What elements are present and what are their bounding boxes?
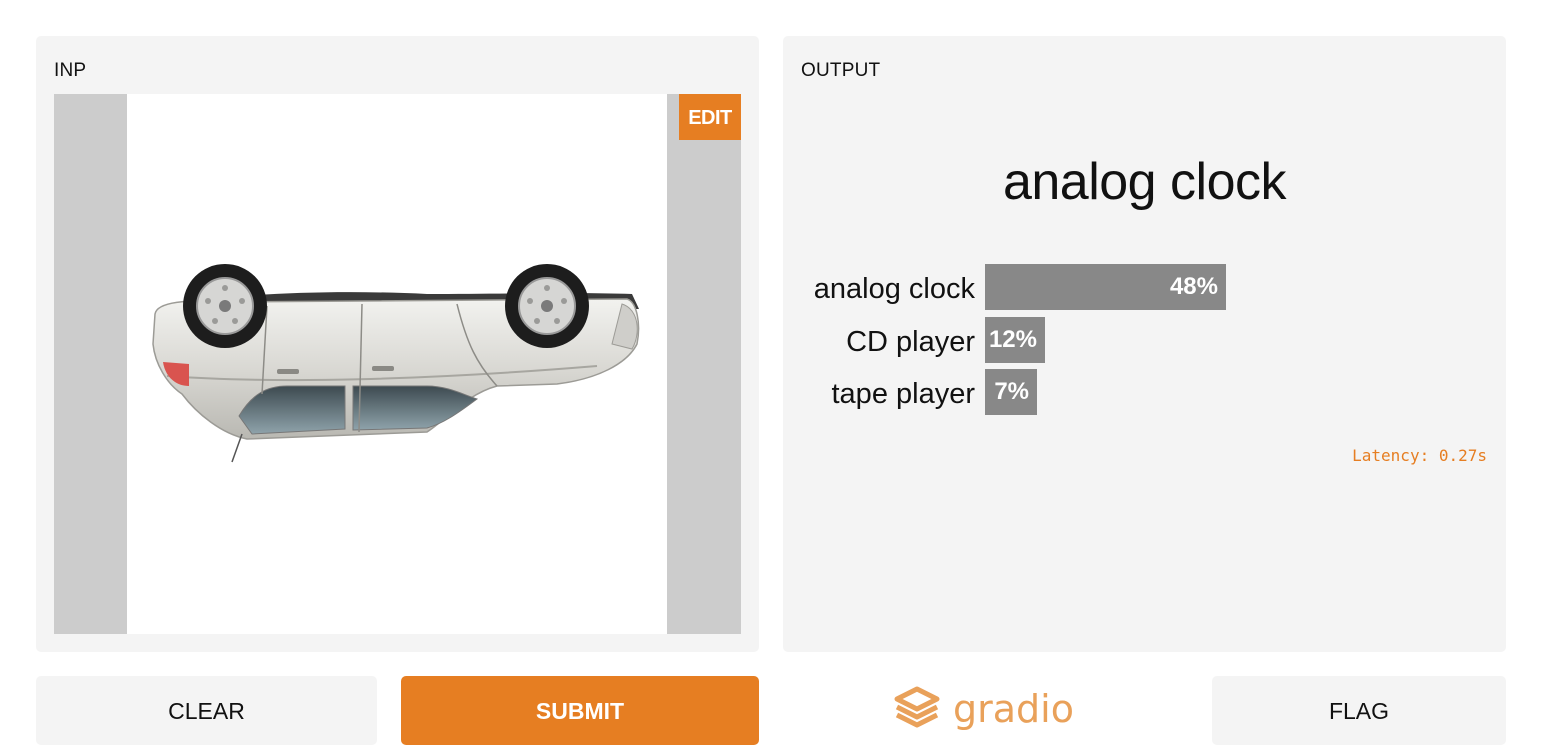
- confidence-label: tape player: [831, 378, 976, 410]
- confidence-row: CD player 12%: [783, 317, 1506, 363]
- top-prediction-label: analog clock: [1002, 153, 1287, 211]
- flag-button[interactable]: FLAG: [1212, 676, 1506, 745]
- output-panel: OUTPUT analog clock analog clock 48% CD …: [783, 36, 1506, 652]
- confidence-value: 12%: [988, 326, 1037, 353]
- latency-text: Latency: 0.27s: [1352, 446, 1487, 465]
- confidence-row: analog clock 48%: [783, 264, 1506, 310]
- confidence-bar: 48%: [985, 264, 1226, 310]
- confidence-label: analog clock: [813, 273, 975, 305]
- input-panel: INP EDIT: [36, 36, 759, 652]
- output-panel-title: OUTPUT: [801, 60, 881, 81]
- input-panel-title: INP: [54, 60, 87, 81]
- gradio-brand-text: gradio: [953, 687, 1074, 731]
- upside-down-car-image: [152, 264, 640, 463]
- confidence-bar: 12%: [985, 317, 1045, 363]
- submit-button[interactable]: SUBMIT: [401, 676, 759, 745]
- confidence-row: tape player 7%: [783, 369, 1506, 415]
- clear-button[interactable]: CLEAR: [36, 676, 377, 745]
- confidence-value: 7%: [994, 378, 1029, 405]
- image-upload-area[interactable]: [54, 94, 741, 634]
- gradio-logo-icon: [893, 685, 941, 734]
- confidence-value: 48%: [1169, 273, 1218, 300]
- edit-button[interactable]: EDIT: [679, 94, 741, 140]
- input-image: [127, 94, 667, 634]
- gradio-brand[interactable]: gradio: [893, 684, 1074, 734]
- confidence-label: CD player: [846, 326, 975, 358]
- confidence-bar: 7%: [985, 369, 1037, 415]
